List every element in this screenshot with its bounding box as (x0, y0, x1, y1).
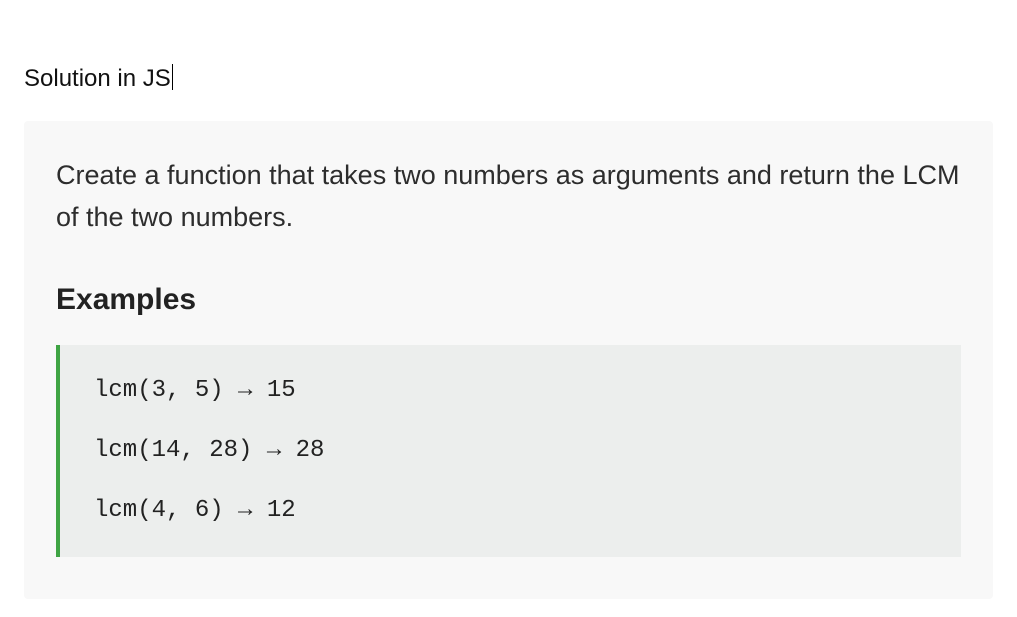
code-example-line: lcm(4, 6) → 12 (94, 493, 933, 529)
code-call: lcm(4, 6) (94, 497, 224, 524)
problem-card: Create a function that takes two numbers… (24, 121, 993, 599)
problem-description: Create a function that takes two numbers… (56, 155, 961, 239)
code-result: 12 (267, 497, 296, 524)
code-example-line: lcm(14, 28) → 28 (94, 433, 933, 469)
arrow-icon: → (238, 373, 252, 409)
code-example-line: lcm(3, 5) → 15 (94, 373, 933, 409)
code-result: 28 (296, 437, 325, 464)
code-result: 15 (267, 377, 296, 404)
page-title: Solution in JS (24, 65, 171, 92)
page: Solution in JS Create a function that ta… (0, 0, 1017, 599)
arrow-icon: → (267, 433, 281, 469)
code-call: lcm(14, 28) (94, 437, 252, 464)
page-title-line[interactable]: Solution in JS (24, 64, 173, 93)
text-cursor-icon (172, 64, 173, 90)
code-block: lcm(3, 5) → 15 lcm(14, 28) → 28 lcm(4, 6… (56, 345, 961, 557)
examples-heading: Examples (56, 283, 961, 317)
arrow-icon: → (238, 493, 252, 529)
code-call: lcm(3, 5) (94, 377, 224, 404)
